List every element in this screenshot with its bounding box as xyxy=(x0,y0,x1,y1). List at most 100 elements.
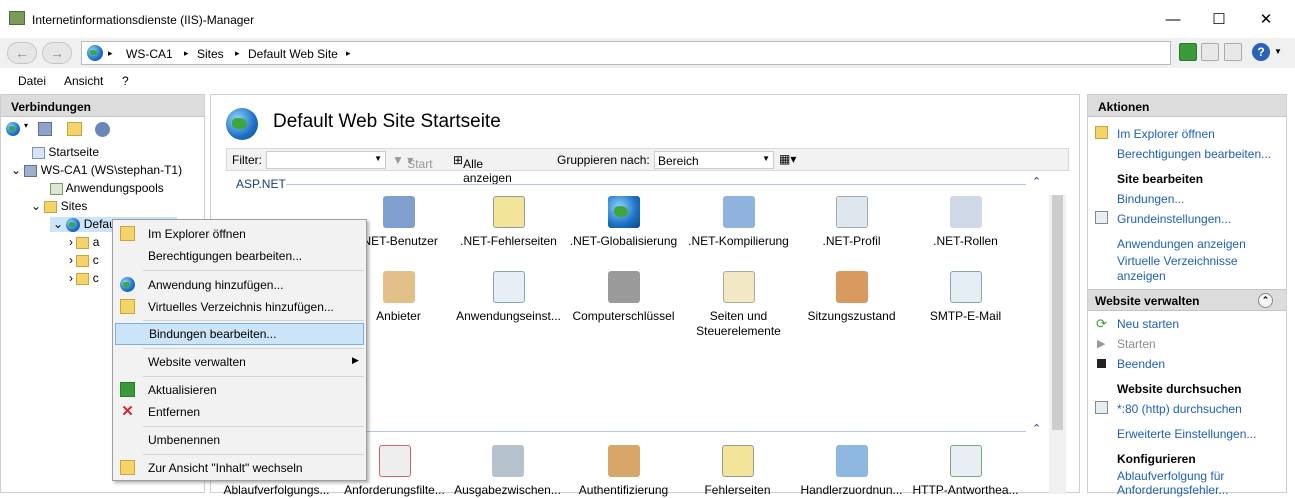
context-label: Virtuelles Verzeichnis hinzufügen... xyxy=(148,300,334,314)
action-view-vdirs[interactable]: Virtuelle Verzeichnisse anzeigen xyxy=(1117,254,1257,284)
action-explore[interactable]: Im Explorer öffnen xyxy=(1117,127,1215,141)
breadcrumb-server[interactable]: WS-CA1 xyxy=(126,47,173,61)
context-item-explore[interactable]: Im Explorer öffnen xyxy=(115,223,364,245)
save-icon[interactable] xyxy=(38,122,52,136)
action-edit-permissions[interactable]: Berechtigungen bearbeiten... xyxy=(1117,147,1271,161)
connections-title: Verbindungen xyxy=(1,95,204,117)
scrollbar-thumb[interactable] xyxy=(1052,195,1063,430)
filter-input[interactable]: ▼ xyxy=(266,151,386,169)
vertical-scrollbar[interactable] xyxy=(1049,195,1066,494)
context-label: Berechtigungen bearbeiten... xyxy=(148,249,303,263)
collapse-icon[interactable]: ⌃ xyxy=(1258,293,1273,308)
help-icon[interactable]: ? xyxy=(1252,43,1270,61)
tree-item-sites[interactable]: ⌄ Sites xyxy=(31,199,87,213)
feature-error-pages[interactable]: Fehlerseiten xyxy=(680,445,795,498)
feature-net-globalization[interactable]: .NET-Globalisierung xyxy=(566,196,681,249)
submenu-arrow-icon: ▶ xyxy=(352,355,359,365)
folder-icon xyxy=(44,200,58,213)
address-bar[interactable]: ▸ WS-CA1 ▸ Sites ▸ Default Web Site ▸ xyxy=(81,41,1171,65)
tree-item-start[interactable]: Startseite xyxy=(32,145,99,159)
view-mode-icon[interactable]: ▦▾ xyxy=(779,152,796,166)
filter-start-button[interactable]: ▼ Start ▾ xyxy=(392,153,433,171)
group-by-select[interactable]: Bereich ▼ xyxy=(654,151,774,169)
feature-app-settings[interactable]: Anwendungseinst... xyxy=(451,271,566,324)
feature-label: Authentifizierung xyxy=(578,483,669,497)
feature-output-caching[interactable]: Ausgabezwischen... xyxy=(450,445,565,498)
machine-key-icon xyxy=(607,271,640,303)
feature-smtp-email[interactable]: SMTP-E-Mail xyxy=(908,271,1023,324)
tree-item-child[interactable]: › c xyxy=(69,253,99,267)
menu-file[interactable]: Datei xyxy=(18,74,46,88)
disconnect-icon[interactable] xyxy=(95,122,110,137)
chevron-down-icon[interactable]: ▼ xyxy=(1274,47,1282,56)
context-item-manage-website[interactable]: Website verwalten ▶ xyxy=(115,351,364,373)
action-restart[interactable]: Neu starten xyxy=(1117,317,1179,331)
close-button[interactable]: ✕ xyxy=(1251,8,1281,32)
feature-machine-key[interactable]: Computerschlüssel xyxy=(566,271,681,324)
menu-separator xyxy=(143,376,364,377)
maximize-button[interactable]: ☐ xyxy=(1204,8,1234,32)
collapse-section-icon[interactable]: ⌃ xyxy=(1032,175,1041,188)
context-item-add-vdir[interactable]: Virtuelles Verzeichnis hinzufügen... xyxy=(115,296,364,318)
breadcrumb-sites[interactable]: Sites xyxy=(197,47,224,61)
context-item-permissions[interactable]: Berechtigungen bearbeiten... xyxy=(115,245,364,267)
remove-icon: ✕ xyxy=(121,403,134,420)
tree-item-child[interactable]: › a xyxy=(69,235,99,249)
section-configure: Konfigurieren xyxy=(1117,452,1196,466)
action-view-apps[interactable]: Anwendungen anzeigen xyxy=(1117,237,1246,251)
tree-item-server[interactable]: ⌄ WS-CA1 (WS\stephan-T1) xyxy=(11,163,182,177)
action-basic-settings[interactable]: Grundeinstellungen... xyxy=(1117,212,1231,226)
action-bindings[interactable]: Bindungen... xyxy=(1117,192,1184,206)
feature-net-profile[interactable]: .NET-Profil xyxy=(794,196,909,249)
tree-item-child[interactable]: › c xyxy=(69,271,99,285)
refresh-icon[interactable] xyxy=(1179,43,1197,61)
feature-label: Handlerzuordnun... xyxy=(800,483,903,497)
feature-pages-controls[interactable]: Seiten und Steuerelemente xyxy=(681,271,796,339)
feature-net-roles[interactable]: .NET-Rollen xyxy=(908,196,1023,249)
feature-authentication[interactable]: Authentifizierung xyxy=(566,445,681,498)
context-item-refresh[interactable]: Aktualisieren xyxy=(115,379,364,401)
globe-icon xyxy=(607,196,640,228)
action-advanced-settings[interactable]: Erweiterte Einstellungen... xyxy=(1117,427,1256,441)
feature-label: Ausgabezwischen... xyxy=(454,483,561,497)
back-arrow-icon[interactable]: ← xyxy=(7,42,37,64)
restart-icon: ⟳ xyxy=(1096,316,1107,331)
action-browse-80[interactable]: *:80 (http) durchsuchen xyxy=(1117,402,1242,416)
context-item-rename[interactable]: Umbenennen xyxy=(115,429,364,451)
context-item-remove[interactable]: ✕ Entfernen xyxy=(115,401,364,423)
action-start: Starten xyxy=(1117,337,1156,351)
feature-label: .NET-Kompilierung xyxy=(688,234,789,248)
connections-toolbar: ▾ xyxy=(1,117,204,143)
feature-label: .NET-Rollen xyxy=(933,234,998,248)
tree-label: c xyxy=(92,253,99,267)
collapse-section-icon[interactable]: ⌃ xyxy=(1032,422,1041,435)
menu-separator xyxy=(143,320,364,321)
profile-icon xyxy=(835,196,868,228)
context-item-add-app[interactable]: Anwendung hinzufügen... xyxy=(115,274,364,296)
menu-help[interactable]: ? xyxy=(122,74,129,88)
feature-handler-mappings[interactable]: Handlerzuordnun... xyxy=(794,445,909,498)
feature-session-state[interactable]: Sitzungszustand xyxy=(794,271,909,324)
folder-up-icon[interactable] xyxy=(67,122,82,136)
window-title: Internetinformationsdienste (IIS)-Manage… xyxy=(32,13,255,27)
navigation-bar: ← → ▸ WS-CA1 ▸ Sites ▸ Default Web Site … xyxy=(0,38,1295,68)
folder-icon xyxy=(76,236,90,249)
home-icon[interactable] xyxy=(1224,43,1242,61)
feature-label: Computerschlüssel xyxy=(572,309,675,323)
feature-http-headers[interactable]: HTTP-Antworthea... xyxy=(908,445,1023,498)
tree-item-apppools[interactable]: Anwendungspools xyxy=(50,181,164,195)
tree-label: a xyxy=(92,235,100,249)
stop-icon[interactable] xyxy=(1201,43,1219,61)
action-stop[interactable]: Beenden xyxy=(1117,357,1165,371)
breadcrumb-site[interactable]: Default Web Site xyxy=(248,47,338,61)
context-item-content-view[interactable]: Zur Ansicht "Inhalt" wechseln xyxy=(115,457,364,479)
show-all-button[interactable]: ⊞ Alle anzeigen xyxy=(453,153,512,185)
context-item-edit-bindings[interactable]: Bindungen bearbeiten... xyxy=(115,323,364,345)
http-headers-icon xyxy=(949,445,982,477)
forward-arrow-icon[interactable]: → xyxy=(42,42,72,64)
menu-view[interactable]: Ansicht xyxy=(64,74,103,88)
feature-net-error-pages[interactable]: .NET-Fehlerseiten xyxy=(451,196,566,249)
minimize-button[interactable]: — xyxy=(1158,8,1188,32)
connect-icon[interactable] xyxy=(6,122,20,136)
feature-net-compilation[interactable]: .NET-Kompilierung xyxy=(681,196,796,249)
